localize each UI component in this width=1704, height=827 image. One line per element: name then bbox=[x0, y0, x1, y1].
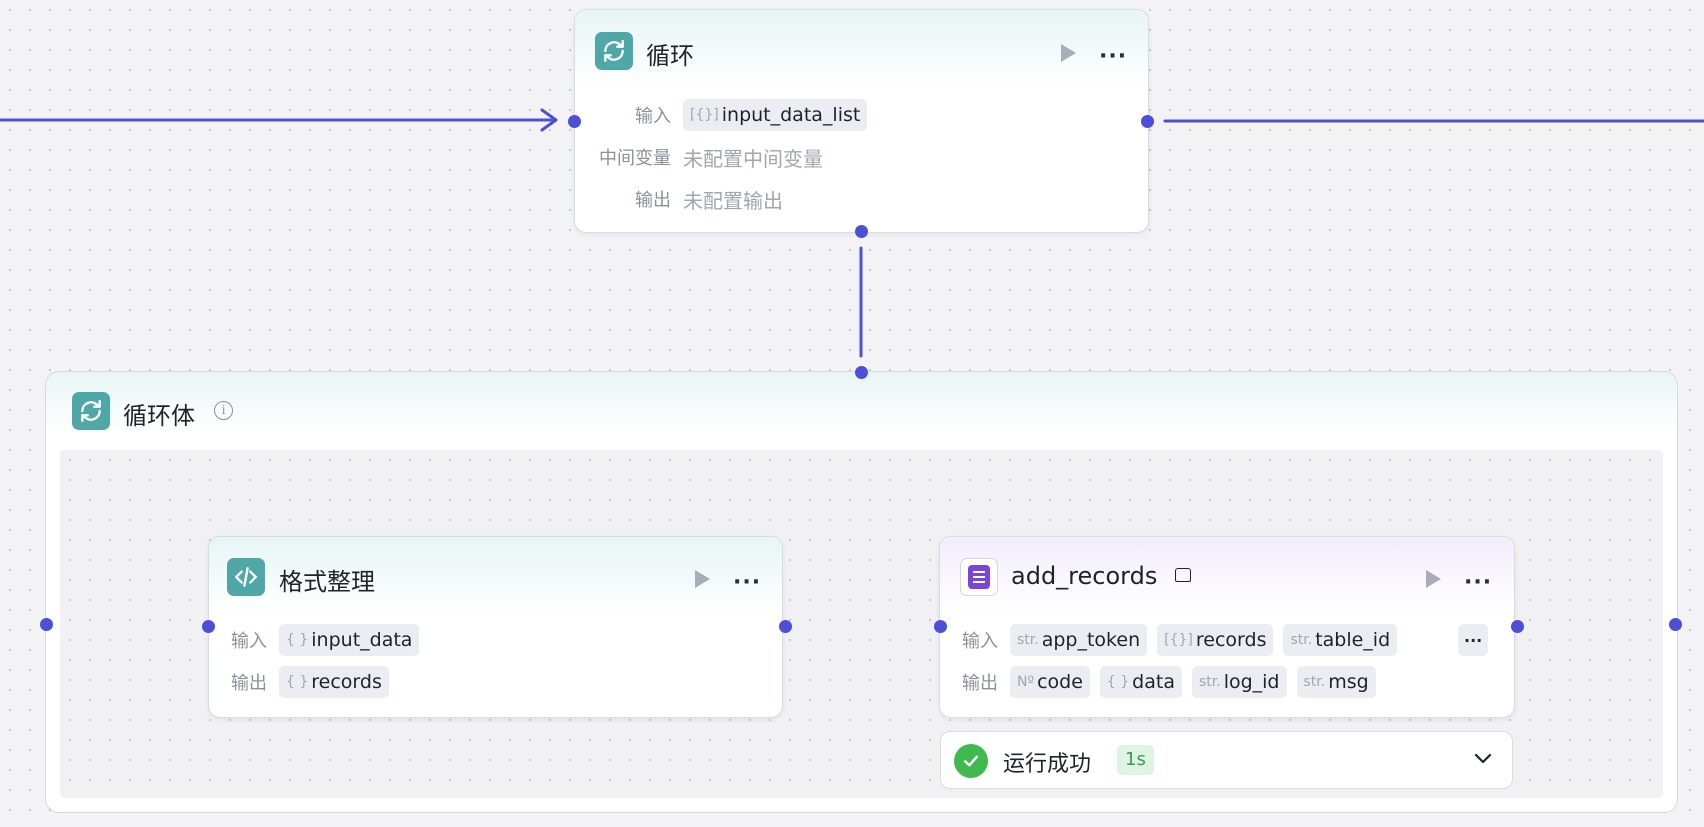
array-object-type-icon: [{}] bbox=[1164, 632, 1193, 648]
string-type-icon: str. bbox=[1017, 632, 1039, 648]
format-output-label: 输出 bbox=[231, 673, 267, 694]
array-object-type-icon: [{}] bbox=[690, 107, 719, 123]
output-param-data: { } data bbox=[1099, 666, 1182, 698]
param-name: msg bbox=[1328, 671, 1369, 693]
output-param-code: Nº code bbox=[1010, 666, 1090, 698]
string-type-icon: str. bbox=[1198, 674, 1221, 690]
loop-input-value: input_data_list bbox=[721, 104, 861, 126]
param-name: table_id bbox=[1315, 629, 1391, 651]
format-input-value: input_data bbox=[311, 629, 413, 651]
format-output-value: records bbox=[311, 671, 382, 693]
object-type-icon: { } bbox=[1106, 674, 1130, 690]
table-plugin-icon bbox=[960, 558, 998, 596]
loop-input-port[interactable] bbox=[568, 115, 581, 128]
loop-mid-var-value: 未配置中间变量 bbox=[683, 146, 823, 171]
param-name: code bbox=[1037, 671, 1083, 693]
loop-input-label: 输入 bbox=[635, 106, 671, 127]
run-node-button[interactable] bbox=[1061, 44, 1076, 62]
run-duration-badge: 1s bbox=[1117, 745, 1154, 775]
format-output-port[interactable] bbox=[779, 620, 792, 633]
format-output-param: { } records bbox=[279, 666, 389, 698]
add-records-title: add_records bbox=[1011, 562, 1158, 590]
add-records-output-port[interactable] bbox=[1511, 620, 1524, 633]
format-input-label: 输入 bbox=[231, 631, 267, 652]
loop-input-param: [{}] input_data_list bbox=[683, 99, 868, 131]
add-records-input-port[interactable] bbox=[934, 620, 947, 633]
add-records-output-label: 输出 bbox=[962, 673, 998, 694]
param-name: data bbox=[1132, 671, 1175, 693]
object-type-icon: { } bbox=[286, 632, 309, 648]
loop-mid-var-label: 中间变量 bbox=[599, 148, 671, 169]
add-records-input-label: 输入 bbox=[962, 631, 998, 652]
info-icon[interactable]: i bbox=[214, 401, 233, 420]
format-node-title: 格式整理 bbox=[279, 568, 375, 596]
more-options-button[interactable]: ··· bbox=[1099, 46, 1127, 68]
loop-output-port[interactable] bbox=[1141, 115, 1154, 128]
output-param-log-id: str. log_id bbox=[1191, 666, 1287, 698]
loop-output-value: 未配置输出 bbox=[683, 188, 783, 213]
string-type-icon: str. bbox=[1303, 674, 1326, 690]
output-param-msg: str. msg bbox=[1296, 666, 1376, 698]
loop-body-title: 循环体 bbox=[123, 402, 195, 430]
more-options-button[interactable]: ··· bbox=[733, 572, 761, 594]
input-param-records: [{}] records bbox=[1157, 624, 1274, 656]
chevron-down-icon[interactable] bbox=[1474, 751, 1492, 770]
param-name: log_id bbox=[1223, 671, 1280, 693]
object-type-icon: { } bbox=[286, 674, 309, 690]
loop-node[interactable]: 循环 ··· 输入 [{}] input_data_list 中间变量 未配置中… bbox=[574, 9, 1149, 233]
param-name: records bbox=[1195, 629, 1267, 651]
loop-output-label: 输出 bbox=[635, 190, 671, 211]
more-options-button[interactable]: ··· bbox=[1464, 572, 1492, 594]
loop-node-title: 循环 bbox=[646, 42, 694, 70]
loop-body-end-port[interactable] bbox=[1669, 618, 1682, 631]
run-status-panel[interactable]: 运行成功 1s bbox=[940, 731, 1513, 789]
format-input-port[interactable] bbox=[202, 620, 215, 633]
plugin-store-icon bbox=[1175, 568, 1191, 582]
success-check-icon bbox=[954, 744, 988, 778]
run-node-button[interactable] bbox=[695, 570, 710, 588]
code-icon bbox=[227, 558, 265, 596]
edge-arrowhead bbox=[540, 108, 558, 132]
number-type-icon: Nº bbox=[1017, 674, 1035, 690]
run-status-text: 运行成功 bbox=[1003, 752, 1092, 777]
format-input-param: { } input_data bbox=[279, 624, 420, 656]
input-param-table-id: str. table_id bbox=[1283, 624, 1398, 656]
string-type-icon: str. bbox=[1290, 632, 1313, 648]
show-more-params-button[interactable]: ··· bbox=[1458, 624, 1489, 656]
format-node[interactable]: 格式整理 ··· 输入 { } input_data 输出 { } record… bbox=[208, 536, 783, 718]
loop-body-start-port[interactable] bbox=[40, 618, 53, 631]
run-node-button[interactable] bbox=[1426, 570, 1441, 588]
add-records-node[interactable]: add_records ··· 输入 str. app_token [{}] rec… bbox=[939, 536, 1515, 718]
loop-body-icon bbox=[72, 392, 110, 430]
input-param-app-token: str. app_token bbox=[1010, 624, 1148, 656]
loop-body-top-port[interactable] bbox=[855, 366, 868, 379]
loop-body-port[interactable] bbox=[855, 225, 868, 238]
param-name: app_token bbox=[1041, 629, 1141, 651]
loop-icon bbox=[595, 32, 633, 70]
